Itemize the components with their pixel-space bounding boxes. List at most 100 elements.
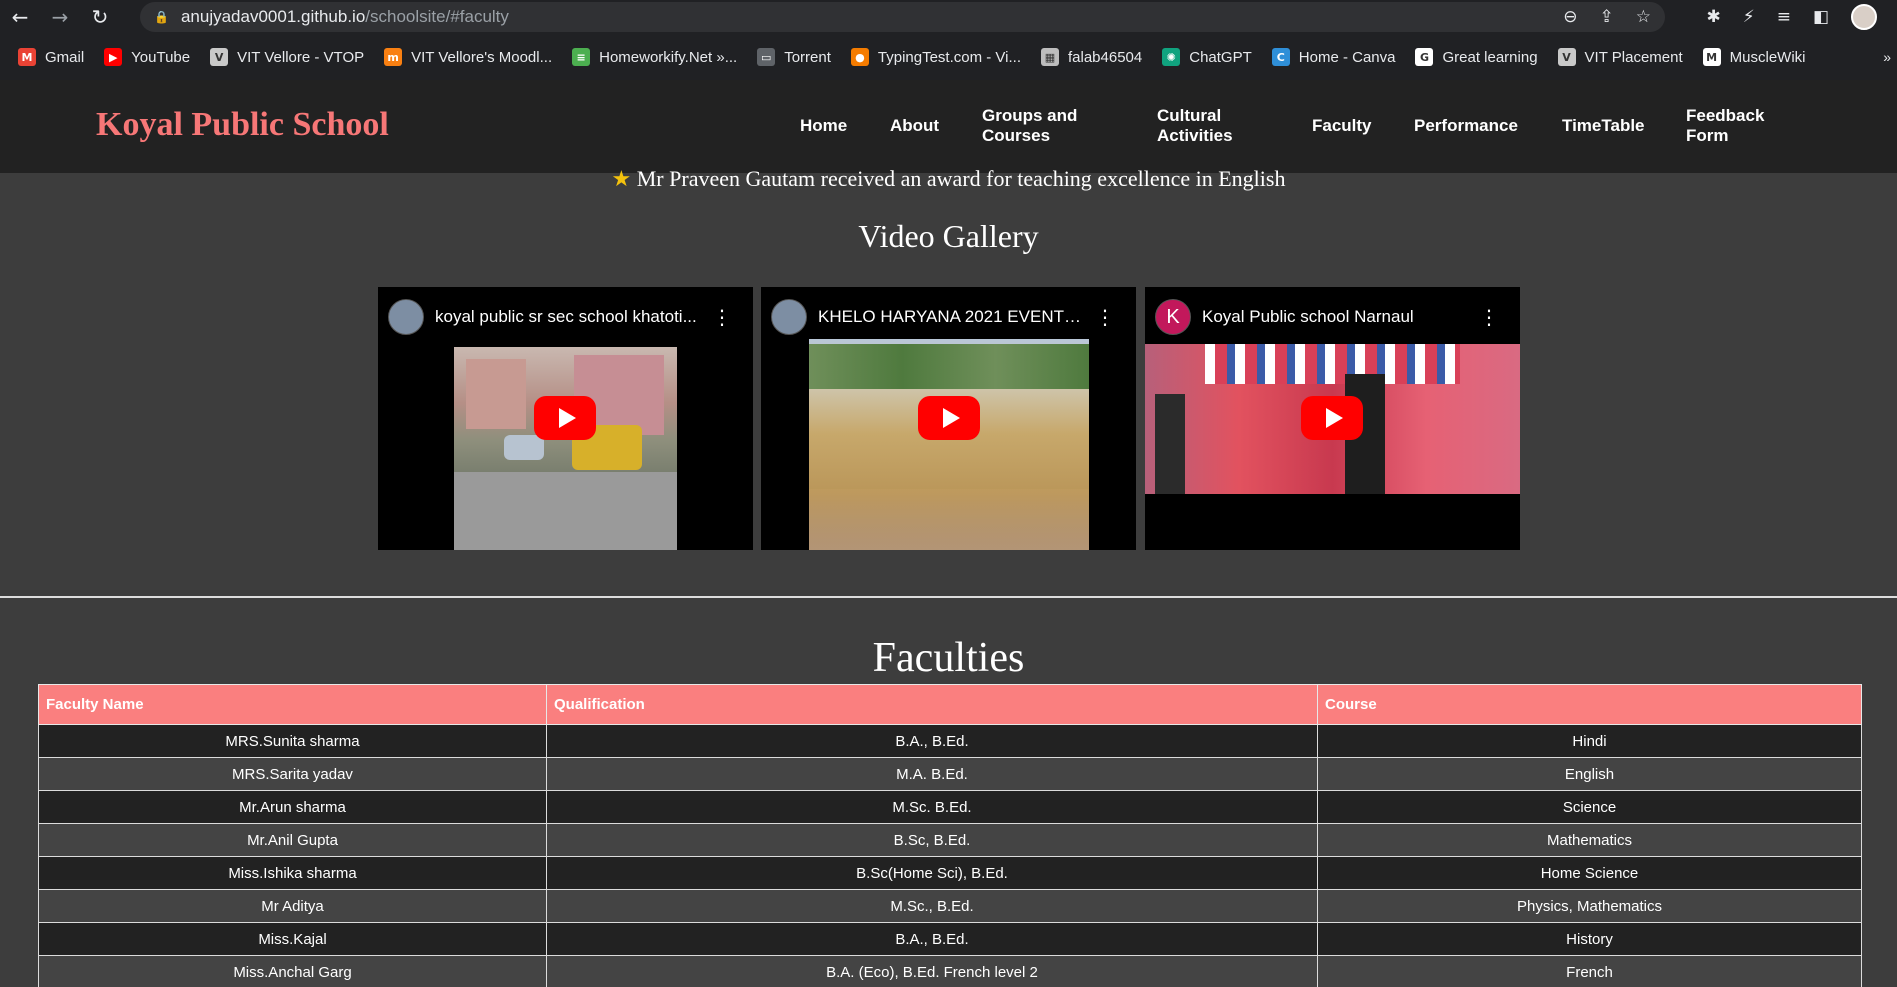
video-thumbnail [809,339,1089,550]
play-icon[interactable] [918,396,980,440]
channel-avatar[interactable] [771,299,807,335]
profile-avatar[interactable] [1851,4,1877,30]
bookmark-label: MuscleWiki [1729,48,1806,66]
video-embed-1[interactable]: koyal public sr sec school khatoti... ⋮ [378,287,753,550]
qualification-cell: M.A. B.Ed. [546,757,1318,791]
course-cell: English [1317,757,1862,791]
bookmark-label: TypingTest.com - Vi... [877,48,1021,66]
bookmark-item[interactable]: M MuscleWiki [1702,48,1806,66]
nav-cultural-activities[interactable]: Cultural Activities [1157,106,1233,146]
nav-feedback-line2: Form [1686,126,1729,145]
more-options-icon[interactable]: ⋮ [712,305,732,329]
play-icon[interactable] [1301,396,1363,440]
bookmark-item[interactable]: V VIT Placement [1557,48,1683,66]
bookmark-item[interactable]: ✺ ChatGPT [1162,48,1252,66]
channel-avatar[interactable]: K [1155,299,1191,335]
nav-faculty[interactable]: Faculty [1312,116,1372,136]
bookmark-label: falab46504 [1068,48,1143,66]
nav-timetable[interactable]: TimeTable [1562,116,1645,136]
bookmark-label: Great learning [1442,48,1538,66]
faculty-name-cell: Mr Aditya [38,889,547,923]
gmail-icon: M [18,48,36,66]
course-cell: French [1317,955,1862,987]
play-icon[interactable] [534,396,596,440]
address-bar[interactable]: 🔒 anujyadav0001.github.io /schoolsite/#f… [140,2,1665,32]
moodle-icon: m [384,48,403,66]
award-announcement: ★ Mr Praveen Gautam received an award fo… [0,166,1897,192]
bookmark-item[interactable]: C Home - Canva [1271,48,1395,66]
nav-home[interactable]: Home [800,116,847,136]
table-row: Mr.Anil Gupta B.Sc, B.Ed. Mathematics [38,823,1862,857]
url-path: /schoolsite/#faculty [365,7,509,26]
bookmark-item[interactable]: ≡ Homeworkify.Net »... [572,48,737,66]
table-header-row: Faculty Name Qualification Course [38,684,1862,725]
course-cell: History [1317,922,1862,956]
great-learning-icon: G [1415,48,1434,66]
qualification-cell: B.A., B.Ed. [546,922,1318,956]
bookmark-label: Torrent [784,48,831,66]
bookmark-item[interactable]: ▭ Torrent [757,48,831,66]
star-icon: ★ [611,167,632,192]
bookmark-star-icon[interactable]: ☆ [1636,7,1651,27]
nav-groups-line1: Groups and [982,106,1078,125]
video-gallery-heading: Video Gallery [858,218,1039,254]
video-embed-3[interactable]: K Koyal Public school Narnaul ⋮ [1145,287,1520,550]
extensions-icon[interactable]: ✱ [1707,7,1721,27]
faculty-name-cell: MRS.Sunita sharma [38,724,547,758]
table-row: Mr.Arun sharma M.Sc. B.Ed. Science [38,790,1862,824]
qualification-cell: B.Sc, B.Ed. [546,823,1318,857]
faculty-name-cell: Mr.Anil Gupta [38,823,547,857]
bookmark-item[interactable]: ▶ YouTube [104,48,190,66]
faculty-name-cell: Mr.Arun sharma [38,790,547,824]
bookmark-item[interactable]: G Great learning [1415,48,1538,66]
side-panel-icon[interactable]: ◧ [1813,7,1829,27]
bookmark-item[interactable]: V VIT Vellore - VTOP [210,48,364,66]
browser-toolbar: ← → ↻ 🔒 anujyadav0001.github.io /schools… [0,0,1897,34]
lock-icon[interactable]: 🔒 [154,10,169,24]
forward-icon[interactable]: → [40,0,80,34]
section-divider [0,596,1897,598]
url-host: anujyadav0001.github.io [180,7,366,26]
channel-avatar[interactable] [388,299,424,335]
column-header: Qualification [546,684,1318,725]
bookmark-item[interactable]: ● TypingTest.com - Vi... [850,48,1021,66]
qualification-cell: M.Sc. B.Ed. [546,790,1318,824]
table-row: Mr Aditya M.Sc., B.Ed. Physics, Mathematic… [38,889,1862,923]
faculties-heading: Faculties [872,635,1025,681]
table-row: MRS.Sunita sharma B.A., B.Ed. Hindi [38,724,1862,758]
bookmark-item[interactable]: m VIT Vellore's Moodl... [384,48,552,66]
zoom-icon[interactable]: ⊖ [1563,7,1577,27]
musclewiki-icon: M [1702,48,1721,66]
qualification-cell: B.A. (Eco), B.Ed. French level 2 [546,955,1318,987]
extension-icon[interactable]: ⚡ [1743,7,1755,27]
bookmarks-bar: M Gmail ▶ YouTube V VIT Vellore - VTOP m VIT Ve… [0,34,1897,80]
bookmark-item[interactable]: M Gmail [18,48,84,66]
nav-feedback-form[interactable]: Feedback Form [1686,106,1764,146]
more-bookmarks-icon[interactable]: » [1883,34,1891,80]
bookmark-label: VIT Vellore's Moodl... [411,48,553,66]
youtube-icon: ▶ [104,48,123,66]
faculty-name-cell: Miss.Kajal [38,922,547,956]
share-icon[interactable]: ⇪ [1600,7,1614,27]
video-title[interactable]: Koyal Public school Narnaul [1202,307,1467,327]
video-embed-2[interactable]: KHELO HARYANA 2021 EVENTS.... ⋮ [761,287,1136,550]
site-title[interactable]: Koyal Public School [96,106,389,144]
more-options-icon[interactable]: ⋮ [1479,305,1499,329]
table-row: Miss.Ishika sharma B.Sc(Home Sci), B.Ed. H… [38,856,1862,890]
vit-placement-icon: V [1557,48,1576,66]
course-cell: Hindi [1317,724,1862,758]
typingtest-icon: ● [850,48,869,66]
more-options-icon[interactable]: ⋮ [1095,305,1115,329]
video-title[interactable]: KHELO HARYANA 2021 EVENTS.... [818,307,1083,327]
reload-icon[interactable]: ↻ [80,0,120,34]
table-row: MRS.Sarita yadav M.A. B.Ed. English [38,757,1862,791]
video-title[interactable]: koyal public sr sec school khatoti... [435,307,700,327]
bookmark-item[interactable]: ▦ falab46504 [1041,48,1142,66]
nav-about[interactable]: About [890,116,939,136]
qualification-cell: B.A., B.Ed. [546,724,1318,758]
reading-list-icon[interactable]: ≡ [1777,7,1791,27]
nav-groups-courses[interactable]: Groups and Courses [982,106,1077,146]
nav-performance[interactable]: Performance [1414,116,1518,136]
back-icon[interactable]: ← [0,0,40,34]
column-header: Faculty Name [38,684,547,725]
